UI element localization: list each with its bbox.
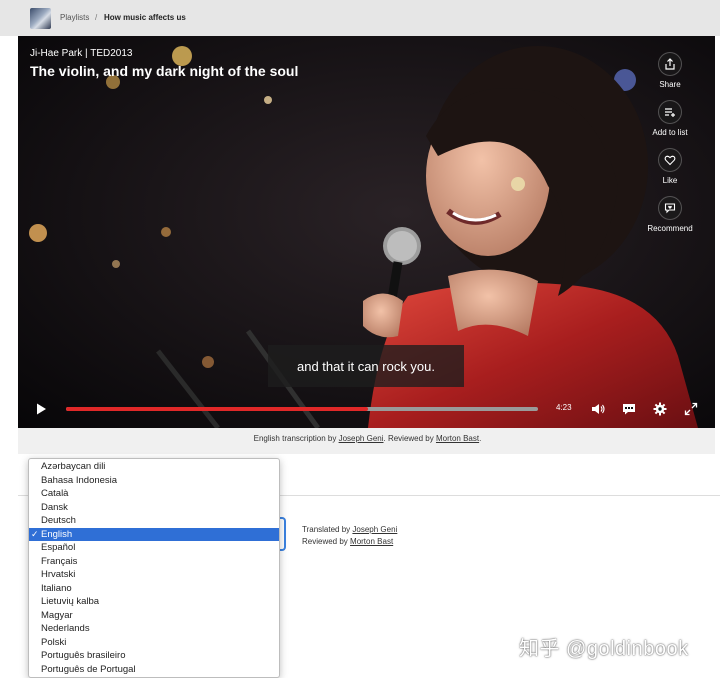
talk-title: The violin, and my dark night of the sou… (30, 63, 299, 79)
credit-suffix: . (479, 434, 482, 443)
breadcrumb-separator: / (95, 13, 98, 22)
language-option[interactable]: Lietuvių kalba (29, 595, 279, 609)
language-option[interactable]: Magyar (29, 609, 279, 623)
language-option-label: Dansk (41, 501, 68, 513)
language-option[interactable]: Dansk (29, 501, 279, 515)
language-option-label: Lietuvių kalba (41, 596, 100, 607)
language-option[interactable]: Bahasa Indonesia (29, 474, 279, 488)
progress-fill (66, 407, 369, 411)
language-option[interactable]: Español (29, 541, 279, 555)
video-player[interactable]: Ji-Hae Park | TED2013 The violin, and my… (18, 36, 715, 428)
recommend-button[interactable]: Recommend (625, 196, 715, 244)
language-option-label: English (41, 528, 73, 540)
volume-icon[interactable] (590, 401, 606, 417)
transcript-credit: English transcription by Joseph Geni. Re… (0, 434, 720, 443)
top-breadcrumb-bar: Playlists / How music affects us (0, 0, 720, 36)
language-option[interactable]: Polski (29, 636, 279, 650)
add-to-list-label: Add to list (652, 128, 688, 137)
language-option-label: Deutsch (41, 515, 76, 526)
credit-middle: . Reviewed by (383, 434, 436, 443)
language-option-label: Français (41, 555, 78, 567)
language-option-label: Bahasa Indonesia (41, 474, 118, 486)
add-to-list-button[interactable]: Add to list (625, 100, 715, 148)
language-option[interactable]: ✓ English (29, 527, 279, 541)
recommend-icon (658, 196, 682, 220)
reviewer-link[interactable]: Morton Bast (436, 434, 479, 443)
language-option[interactable]: Português de Portugal (29, 663, 279, 677)
ted-talk-page: Playlists / How music affects us Ji-Hae … (0, 0, 720, 678)
translator-link[interactable]: Joseph Geni (352, 525, 397, 534)
language-option-label: Português de Portugal (41, 663, 136, 675)
language-option-label: Nederlands (41, 623, 90, 634)
language-option-label: Português brasileiro (41, 650, 126, 661)
side-action-panel: Share Add to list Like Recommend (625, 52, 715, 244)
share-icon (658, 52, 682, 76)
language-option-label: Español (41, 542, 76, 553)
transcriber-link[interactable]: Joseph Geni (339, 434, 384, 443)
like-label: Like (662, 176, 678, 185)
language-option-label: Italiano (41, 582, 72, 594)
play-icon[interactable] (34, 402, 48, 416)
share-label: Share (659, 80, 681, 89)
watermark-text: 知乎 @goldinbook (519, 638, 689, 660)
language-option[interactable]: Português brasileiro (29, 649, 279, 663)
heart-icon (658, 148, 682, 172)
credit-prefix: English transcription by (253, 434, 339, 443)
language-option[interactable]: Hrvatski (29, 568, 279, 582)
playlist-thumbnail[interactable] (30, 8, 51, 29)
reviewed-by-prefix: Reviewed by (302, 537, 351, 546)
language-option[interactable]: Italiano (29, 582, 279, 596)
translated-by-prefix: Translated by (302, 525, 353, 534)
translation-credits: Translated by Joseph Geni Reviewed by Mo… (302, 524, 397, 548)
subtitle-caption: and that it can rock you. (268, 345, 464, 387)
settings-gear-icon[interactable] (652, 401, 668, 417)
share-button[interactable]: Share (625, 52, 715, 100)
language-option-label: Magyar (41, 609, 73, 621)
fullscreen-icon[interactable] (683, 401, 699, 417)
like-button[interactable]: Like (625, 148, 715, 196)
language-option[interactable]: Català (29, 487, 279, 501)
add-to-list-icon (658, 100, 682, 124)
language-option[interactable]: Français (29, 555, 279, 569)
subtitles-icon[interactable] (621, 401, 637, 417)
translation-reviewer-link[interactable]: Morton Bast (350, 537, 393, 546)
language-option-label: Català (41, 488, 69, 499)
time-remaining: 4:23 (556, 403, 572, 412)
speaker-event-label: Ji-Hae Park | TED2013 (30, 48, 133, 59)
language-dropdown-list[interactable]: Azərbaycan dili Bahasa Indonesia Català Dan… (28, 458, 280, 678)
language-option-label: Azərbaycan dili (41, 461, 106, 472)
reviewed-by-line: Reviewed by Morton Bast (302, 536, 397, 548)
language-option[interactable]: Nederlands (29, 622, 279, 636)
translated-by-line: Translated by Joseph Geni (302, 524, 397, 536)
breadcrumb-current-playlist[interactable]: How music affects us (104, 13, 186, 22)
language-option[interactable]: Deutsch (29, 514, 279, 528)
language-option-label: Polski (41, 636, 67, 648)
checkmark-icon: ✓ (31, 528, 39, 539)
player-controls-bar: 4:23 (18, 394, 715, 424)
language-option[interactable]: Azərbaycan dili (29, 460, 279, 474)
language-option-label: Hrvatski (41, 569, 76, 580)
breadcrumb-playlists-link[interactable]: Playlists (60, 13, 89, 22)
progress-track[interactable] (66, 407, 538, 411)
recommend-label: Recommend (647, 224, 693, 233)
